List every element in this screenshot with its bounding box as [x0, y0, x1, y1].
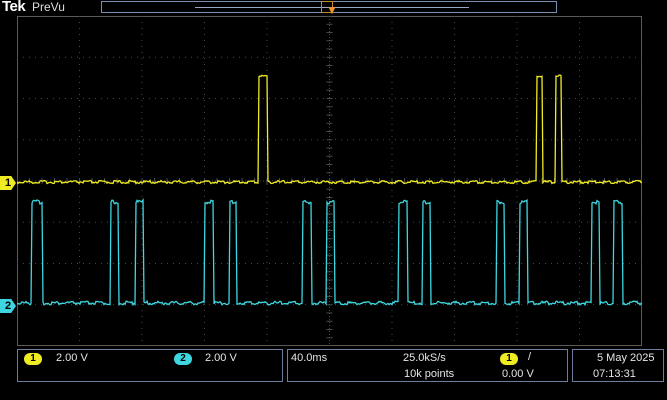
trigger-position-icon[interactable]: ▼ — [326, 4, 338, 16]
acquisition-mode: PreVu — [32, 0, 65, 14]
sample-rate: 25.0kS/s — [403, 352, 446, 364]
datetime-panel: 5 May 2025 07:13:31 — [572, 349, 664, 382]
ch1-badge[interactable]: 1 — [24, 353, 42, 365]
time-display: 07:13:31 — [593, 368, 636, 380]
trigger-level: 0.00 V — [502, 368, 534, 380]
ch2-badge[interactable]: 2 — [174, 353, 192, 365]
ch1-scale: 2.00 V — [56, 352, 88, 364]
record-length: 10k points — [404, 368, 455, 380]
waveform-graticule[interactable] — [17, 16, 642, 346]
ch2-ground-marker[interactable]: 2 — [0, 299, 16, 313]
ch2-scale: 2.00 V — [205, 352, 237, 364]
channel-readout-panel[interactable]: 1 2.00 V 2 2.00 V — [17, 349, 283, 382]
trigger-slope-icon: / — [528, 351, 532, 363]
ch1-ground-marker[interactable]: 1 — [0, 176, 16, 190]
timebase-trigger-panel[interactable]: 40.0ms 25.0kS/s 10k points 1 / 0.00 V — [287, 349, 568, 382]
horizontal-scale: 40.0ms — [291, 352, 328, 364]
date-display: 5 May 2025 — [597, 352, 655, 364]
brand-logo: Tek — [2, 0, 26, 15]
trigger-source-badge[interactable]: 1 — [500, 353, 518, 365]
